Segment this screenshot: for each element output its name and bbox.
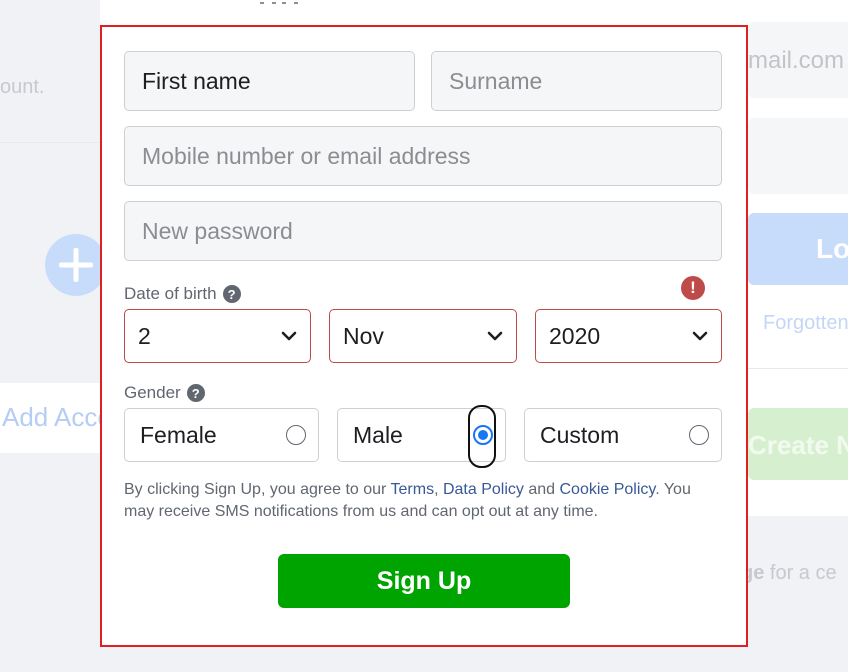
create-page-note: ge for a ce	[741, 562, 837, 585]
dob-day-value: 2	[138, 322, 151, 349]
focus-ring	[468, 405, 496, 468]
surname-input[interactable]: Surname	[431, 51, 722, 111]
add-account-label: Add Acco	[0, 383, 100, 453]
background-left-text: count.	[0, 76, 45, 98]
terms-link[interactable]: Terms	[391, 481, 435, 498]
signup-form: First name Surname Mobile number or emai…	[100, 25, 748, 647]
signup-modal-header	[100, 0, 748, 25]
date-of-birth-label-row: Date of birth ?	[124, 284, 241, 304]
forgotten-password-link: Forgotten	[763, 312, 848, 334]
dob-month-value: Nov	[343, 322, 384, 349]
dob-year-value: 2020	[549, 322, 601, 349]
date-of-birth-label: Date of birth	[124, 284, 217, 303]
dob-error-icon: !	[681, 276, 705, 300]
gender-option-custom[interactable]: Custom	[524, 408, 722, 462]
terms-and: and	[523, 481, 560, 498]
female-radio[interactable]	[286, 425, 306, 445]
chevron-down-icon	[281, 331, 297, 341]
add-account-plus-icon	[45, 234, 107, 296]
dob-day-select[interactable]: 2	[124, 309, 311, 363]
login-email-field: mail.com	[748, 22, 848, 98]
header-text-fragment	[260, 2, 300, 4]
new-password-input[interactable]: New password	[124, 201, 722, 261]
terms-separator: ,	[434, 481, 443, 498]
login-card-divider	[748, 368, 848, 369]
gender-label: Gender	[124, 383, 181, 402]
create-new-account-button: Create Ne	[748, 408, 848, 480]
cookie-policy-link[interactable]: Cookie Policy	[559, 481, 655, 498]
create-page-note-rest: for a ce	[764, 562, 837, 584]
custom-radio[interactable]	[689, 425, 709, 445]
background-divider	[0, 142, 100, 143]
mobile-or-email-input[interactable]: Mobile number or email address	[124, 126, 722, 186]
dob-help-icon[interactable]: ?	[222, 285, 241, 303]
terms-text: By clicking Sign Up, you agree to our Te…	[124, 479, 724, 523]
login-button: Lo	[748, 213, 848, 285]
dob-month-select[interactable]: Nov	[329, 309, 517, 363]
gender-option-label: Male	[353, 421, 403, 448]
first-name-input[interactable]: First name	[124, 51, 415, 111]
terms-prefix: By clicking Sign Up, you agree to our	[124, 481, 391, 498]
chevron-down-icon	[692, 331, 708, 341]
gender-help-icon[interactable]: ?	[186, 384, 205, 402]
sign-up-button[interactable]: Sign Up	[278, 554, 570, 608]
chevron-down-icon	[487, 331, 503, 341]
gender-option-label: Female	[140, 421, 217, 448]
login-password-field	[748, 118, 848, 194]
gender-option-label: Custom	[540, 421, 620, 448]
dob-year-select[interactable]: 2020	[535, 309, 722, 363]
gender-label-row: Gender ?	[124, 383, 205, 403]
data-policy-link[interactable]: Data Policy	[443, 481, 524, 498]
gender-option-female[interactable]: Female	[124, 408, 319, 462]
